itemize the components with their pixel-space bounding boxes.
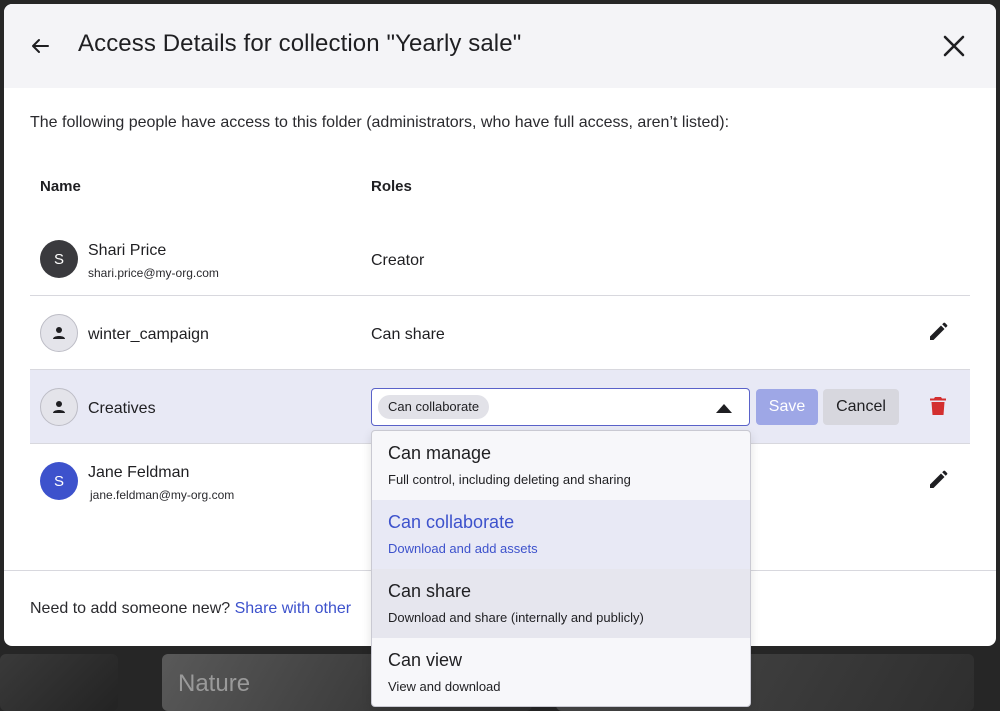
avatar-initial: S <box>53 250 64 268</box>
option-description: Download and add assets <box>388 541 538 556</box>
column-header-name: Name <box>40 178 81 195</box>
arrow-left-icon <box>32 39 49 53</box>
role-select[interactable]: Can collaborate <box>371 388 750 426</box>
option-title: Can manage <box>388 443 492 463</box>
close-icon <box>943 35 965 57</box>
dialog-footer: Need to add someone new? Share with othe… <box>30 600 351 618</box>
avatar-initial: S <box>53 472 64 490</box>
option-title: Can collaborate <box>388 512 515 532</box>
back-button[interactable] <box>28 32 52 60</box>
pencil-icon <box>930 470 948 488</box>
pencil-icon <box>930 322 948 340</box>
group-name: winter_campaign <box>88 326 209 343</box>
table-row: winter_campaign Can share <box>30 296 970 370</box>
table-row: S Shari Price shari.price@my-org.com Cre… <box>30 222 970 296</box>
role-option-can-view[interactable]: Can view View and download <box>372 638 750 706</box>
share-with-others-link[interactable]: Share with other <box>235 600 352 617</box>
caret-up-icon <box>716 404 732 413</box>
intro-text: The following people have access to this… <box>30 114 730 131</box>
group-avatar <box>40 314 78 352</box>
dialog-header: Access Details for collection "Yearly sa… <box>4 4 996 88</box>
option-description: View and download <box>388 679 501 694</box>
person-icon <box>53 327 65 339</box>
role-option-can-collaborate[interactable]: Can collaborate Download and add assets <box>372 500 750 569</box>
edit-button[interactable] <box>928 322 950 344</box>
group-avatar <box>40 388 78 426</box>
background-card-label: Nature <box>178 670 251 697</box>
role-option-can-manage[interactable]: Can manage Full control, including delet… <box>372 431 750 500</box>
avatar: S <box>40 462 78 500</box>
person-email: jane.feldman@my-org.com <box>90 488 235 502</box>
person-name: Shari Price <box>88 242 167 259</box>
person-icon <box>53 401 65 413</box>
cancel-button[interactable]: Cancel <box>823 389 899 425</box>
save-button[interactable]: Save <box>756 389 818 425</box>
avatar: S <box>40 240 78 278</box>
delete-button[interactable] <box>930 397 950 419</box>
column-header-roles: Roles <box>371 178 412 195</box>
option-title: Can share <box>388 581 472 601</box>
person-email: shari.price@my-org.com <box>88 266 219 280</box>
selected-role-chip: Can collaborate <box>378 395 490 419</box>
option-description: Download and share (internally and publi… <box>388 610 644 625</box>
role-text: Can share <box>371 326 445 343</box>
role-dropdown-menu: Can manage Full control, including delet… <box>371 430 751 707</box>
trash-icon <box>930 397 946 415</box>
person-name: Jane Feldman <box>88 464 190 481</box>
group-name: Creatives <box>88 400 156 417</box>
role-option-can-share[interactable]: Can share Download and share (internally… <box>372 569 750 638</box>
dialog-title: Access Details for collection "Yearly sa… <box>78 30 522 57</box>
footer-prompt: Need to add someone new? <box>30 600 231 617</box>
option-description: Full control, including deleting and sha… <box>388 472 631 487</box>
background-card <box>0 654 118 711</box>
edit-button[interactable] <box>928 470 950 492</box>
close-button[interactable] <box>938 30 970 62</box>
role-text: Creator <box>371 252 425 269</box>
option-title: Can view <box>388 650 463 670</box>
